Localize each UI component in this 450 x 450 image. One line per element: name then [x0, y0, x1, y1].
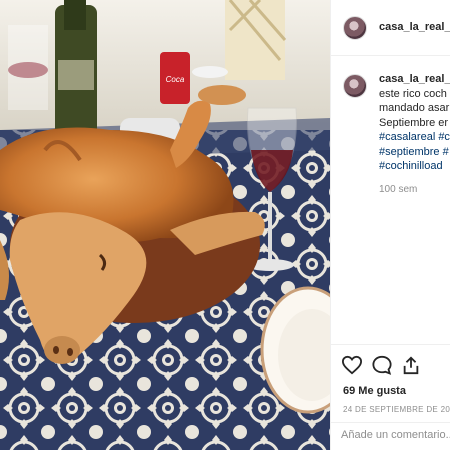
action-bar: 69 Me gusta 24 DE SEPTIEMBRE DE 2017 — [331, 344, 450, 423]
hashtag-link[interactable]: #cochinilload — [379, 159, 450, 174]
roast-pig-photo: Coca — [0, 0, 330, 450]
comment-box — [331, 422, 450, 450]
post-header: casa_la_real_a — [331, 0, 450, 56]
caption-avatar[interactable] — [343, 74, 367, 98]
likes-count[interactable]: 69 Me gusta — [343, 385, 406, 397]
avatar[interactable] — [343, 16, 367, 40]
hashtag-link[interactable]: #septiembre # — [379, 145, 450, 160]
heart-icon[interactable] — [341, 355, 363, 380]
caption-line: este rico coch — [379, 87, 447, 100]
post-date: 24 DE SEPTIEMBRE DE 2017 — [343, 405, 450, 414]
header-username[interactable]: casa_la_real_a — [379, 21, 450, 33]
caption-text: casa_la_real_a este rico coch mandado as… — [379, 72, 450, 174]
post-sidebar: casa_la_real_a casa_la_real_a este rico … — [330, 0, 450, 450]
post-photo[interactable]: Coca — [0, 0, 330, 450]
caption: casa_la_real_a este rico coch mandado as… — [331, 66, 450, 206]
comment-icon[interactable] — [371, 355, 393, 380]
caption-line: mandado asar — [379, 102, 450, 114]
hashtag-link[interactable]: #casalareal #c — [379, 130, 450, 145]
post-age: 100 sem — [379, 184, 418, 195]
comment-input[interactable] — [341, 429, 450, 441]
caption-line: Septiembre er — [379, 116, 449, 129]
share-icon[interactable] — [401, 355, 421, 380]
caption-username[interactable]: casa_la_real_a — [379, 72, 450, 87]
svg-text:Coca: Coca — [166, 75, 185, 84]
